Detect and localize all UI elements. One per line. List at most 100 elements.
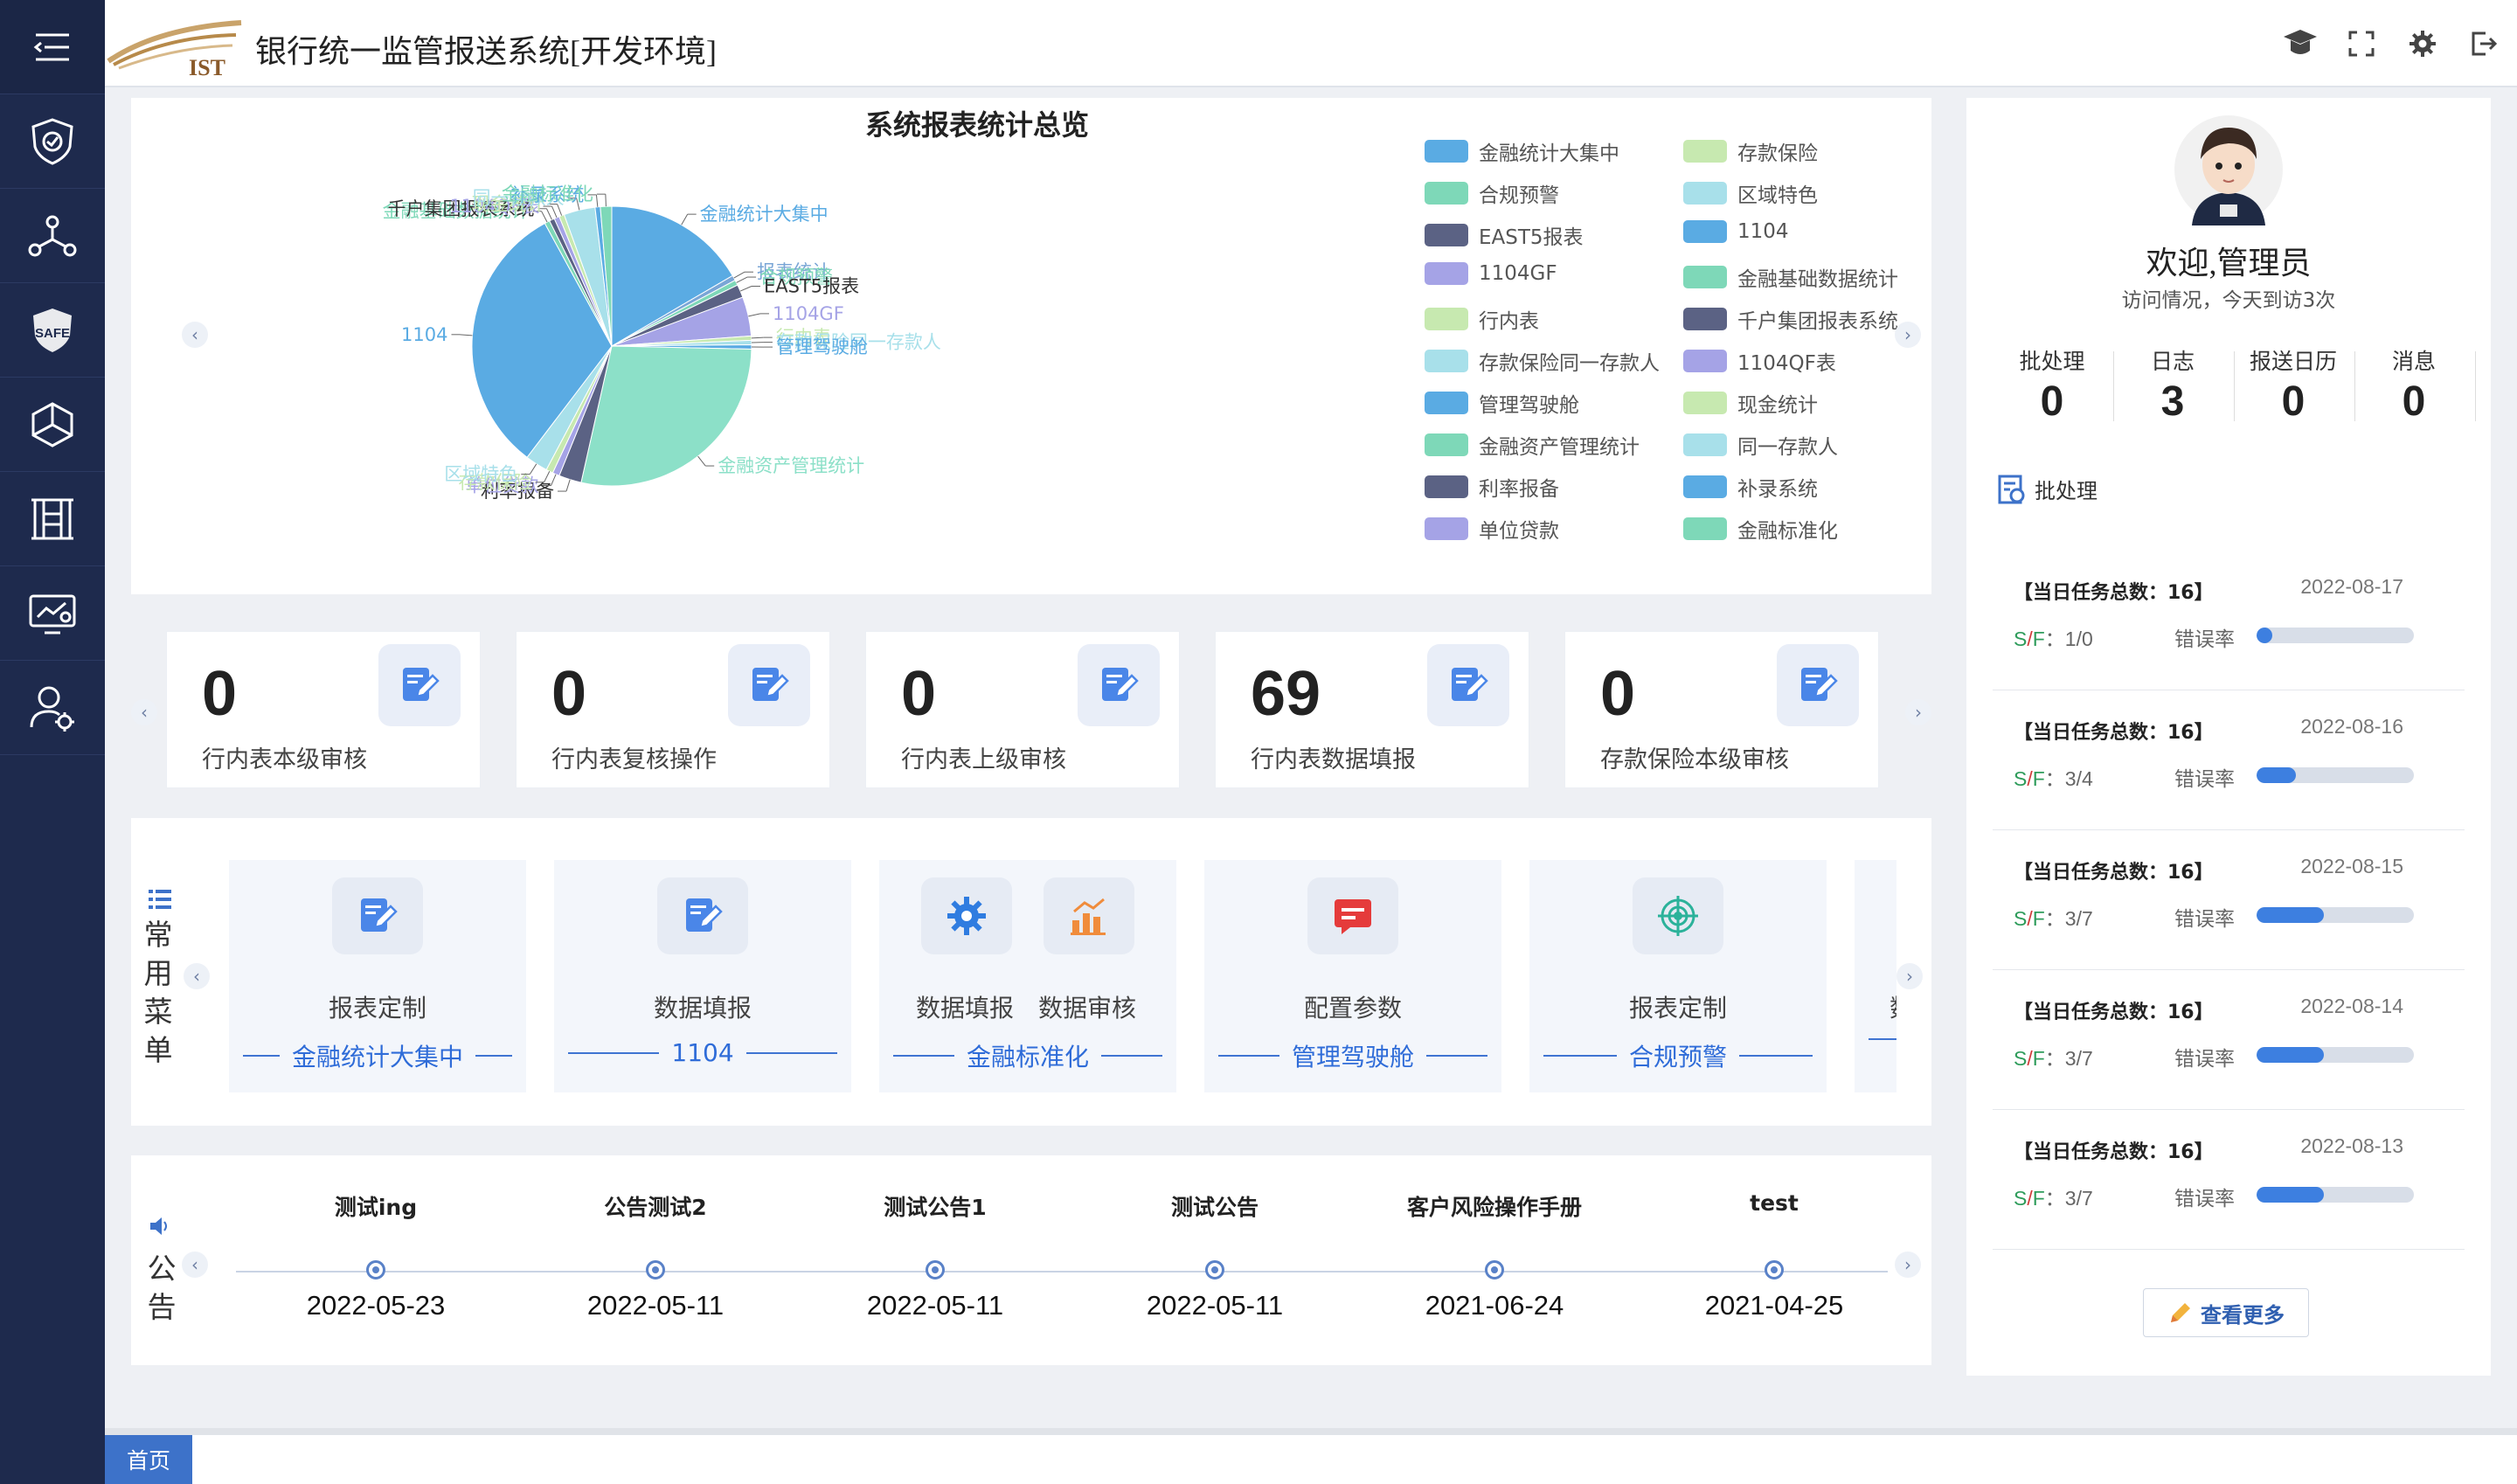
stats-next-button[interactable]: ›	[1905, 699, 1931, 725]
legend-item[interactable]: 存款保险同一存款人	[1425, 346, 1660, 376]
legend-swatch	[1425, 475, 1468, 498]
menu-card[interactable]: 报表定制 金融统计大集中	[229, 860, 526, 1092]
stat-icon[interactable]	[1427, 644, 1509, 726]
legend-item[interactable]: 金融资产管理统计	[1425, 430, 1640, 460]
task-item[interactable]: 【当日任务总数：16】 2022-08-16 S/F：3/4 错误率	[1993, 690, 2465, 830]
menu-toggle-button[interactable]	[0, 0, 105, 94]
sidebar-item-structure[interactable]	[0, 378, 105, 472]
stat-icon[interactable]	[378, 644, 461, 726]
stat-card[interactable]: 69 行内表数据填报	[1215, 631, 1529, 788]
menu-card[interactable]: 数据填报 数据审核 金融标准化	[879, 860, 1176, 1092]
notice-next-button[interactable]: ›	[1895, 1252, 1921, 1278]
legend-item[interactable]: 利率报备	[1425, 472, 1559, 502]
chart-next-button[interactable]: ›	[1895, 322, 1921, 348]
legend-item[interactable]: 行内表	[1425, 304, 1539, 334]
training-button[interactable]	[2281, 24, 2319, 63]
stat-icon[interactable]	[1777, 644, 1859, 726]
counter-2[interactable]: 报送日历 0	[2232, 344, 2354, 426]
notice-item-title: 测试公告1	[884, 1195, 987, 1220]
sidebar-item-building[interactable]	[0, 472, 105, 566]
counter-value: 0	[2402, 378, 2426, 425]
task-item[interactable]: 【当日任务总数：16】 2022-08-15 S/F：3/7 错误率	[1993, 830, 2465, 970]
stat-card[interactable]: 0 行内表本级审核	[166, 631, 481, 788]
legend-item[interactable]: 金融标准化	[1683, 514, 1838, 544]
stat-value: 0	[901, 659, 937, 729]
counter-3[interactable]: 消息 0	[2353, 344, 2475, 426]
edit-doc-icon	[657, 877, 748, 954]
legend-item[interactable]: 合规预警	[1425, 178, 1559, 208]
task-sf: S/F：3/7	[2014, 907, 2093, 930]
menu-next-button[interactable]: ›	[1896, 963, 1923, 989]
legend-item[interactable]: 1104QF表	[1683, 346, 1836, 376]
chevron-left-icon: ‹	[191, 1254, 198, 1275]
notice-item[interactable]: 测试ing 2022-05-23	[236, 1190, 516, 1321]
hexagon-nodes-icon	[31, 401, 73, 447]
counter-value: 0	[2040, 378, 2064, 425]
counter-1[interactable]: 日志 3	[2111, 344, 2234, 426]
menu-card[interactable]: 数	[1855, 860, 1896, 1092]
notice-item[interactable]: test 2021-04-25	[1634, 1190, 1914, 1321]
legend-item[interactable]: 区域特色	[1683, 178, 1818, 208]
pie-label: 金融标准化	[502, 184, 593, 205]
sidebar-item-safe[interactable]: SAFE	[0, 283, 105, 378]
notice-item[interactable]: 客户风险操作手册 2021-06-24	[1355, 1190, 1634, 1321]
stat-card[interactable]: 0 行内表上级审核	[865, 631, 1180, 788]
legend-item[interactable]: 1104	[1683, 220, 1789, 243]
notice-item[interactable]: 测试公告1 2022-05-11	[795, 1190, 1075, 1321]
batch-header[interactable]: 批处理	[1998, 474, 2098, 504]
notice-title: 公 告	[147, 1252, 177, 1324]
logout-button[interactable]	[2465, 24, 2503, 63]
task-sf: S/F：3/7	[2014, 1187, 2093, 1210]
legend-item[interactable]: 千户集团报表系统	[1683, 304, 1898, 334]
legend-item[interactable]: EAST5报表	[1425, 220, 1584, 250]
task-error-label: 错误率	[2174, 1188, 2235, 1210]
legend-item[interactable]: 1104GF	[1425, 262, 1557, 285]
fullscreen-button[interactable]	[2342, 24, 2381, 63]
legend-swatch	[1683, 308, 1727, 330]
tab-home[interactable]: 首页	[105, 1435, 192, 1484]
menu-card-sub: 1104	[568, 1038, 838, 1067]
task-sf: S/F：3/7	[2014, 1047, 2093, 1070]
chevron-right-icon: ›	[1904, 1254, 1911, 1275]
counter-0[interactable]: 批处理 0	[1991, 344, 2113, 426]
task-error-label: 错误率	[2174, 768, 2235, 791]
notice-item[interactable]: 测试公告 2022-05-11	[1075, 1190, 1355, 1321]
monitor-icon	[29, 594, 76, 634]
notice-item-date: 2021-06-24	[1425, 1290, 1564, 1321]
legend-swatch	[1683, 517, 1727, 540]
task-item[interactable]: 【当日任务总数：16】 2022-08-13 S/F：3/7 错误率	[1993, 1110, 2465, 1250]
stat-card[interactable]: 0 存款保险本级审核	[1564, 631, 1879, 788]
menu-card[interactable]: 报表定制 合规预警	[1529, 860, 1827, 1092]
stats-prev-button[interactable]: ‹	[131, 699, 157, 725]
timeline-dot-icon	[366, 1260, 385, 1279]
header: IST 银行统一监管报送系统[开发环境]	[105, 0, 2517, 87]
stat-icon[interactable]	[1078, 644, 1160, 726]
legend-item[interactable]: 金融统计大集中	[1425, 136, 1619, 166]
legend-item[interactable]: 金融基础数据统计	[1683, 262, 1898, 292]
avatar[interactable]	[2174, 114, 2283, 227]
legend-item[interactable]: 补录系统	[1683, 472, 1818, 502]
sidebar-item-shield[interactable]	[0, 94, 105, 189]
notice-item[interactable]: 公告测试2 2022-05-11	[516, 1190, 795, 1321]
menu-card[interactable]: 配置参数 管理驾驶舱	[1204, 860, 1501, 1092]
gear-icon	[2410, 31, 2436, 57]
legend-item[interactable]: 管理驾驶舱	[1425, 388, 1579, 418]
sidebar-item-monitor[interactable]	[0, 566, 105, 661]
legend-item[interactable]: 单位贷款	[1425, 514, 1559, 544]
legend-item[interactable]: 现金统计	[1683, 388, 1818, 418]
view-more-button[interactable]: 查看更多	[2143, 1288, 2309, 1337]
edit-doc-icon	[403, 668, 440, 701]
legend-item[interactable]: 同一存款人	[1683, 430, 1838, 460]
menu-card[interactable]: 数据填报 1104	[554, 860, 851, 1092]
task-title: 【当日任务总数：16】	[2014, 1141, 2214, 1163]
task-item[interactable]: 【当日任务总数：16】 2022-08-17 S/F：1/0 错误率	[1993, 551, 2465, 690]
stat-card[interactable]: 0 行内表复核操作	[516, 631, 830, 788]
task-sf: S/F：1/0	[2014, 628, 2093, 650]
task-item[interactable]: 【当日任务总数：16】 2022-08-14 S/F：3/7 错误率	[1993, 970, 2465, 1110]
stat-icon[interactable]	[728, 644, 810, 726]
sidebar-item-user-settings[interactable]	[0, 661, 105, 755]
settings-button[interactable]	[2403, 24, 2442, 63]
notice-prev-button[interactable]: ‹	[182, 1252, 208, 1278]
legend-item[interactable]: 存款保险	[1683, 136, 1818, 166]
sidebar-item-network[interactable]	[0, 189, 105, 283]
